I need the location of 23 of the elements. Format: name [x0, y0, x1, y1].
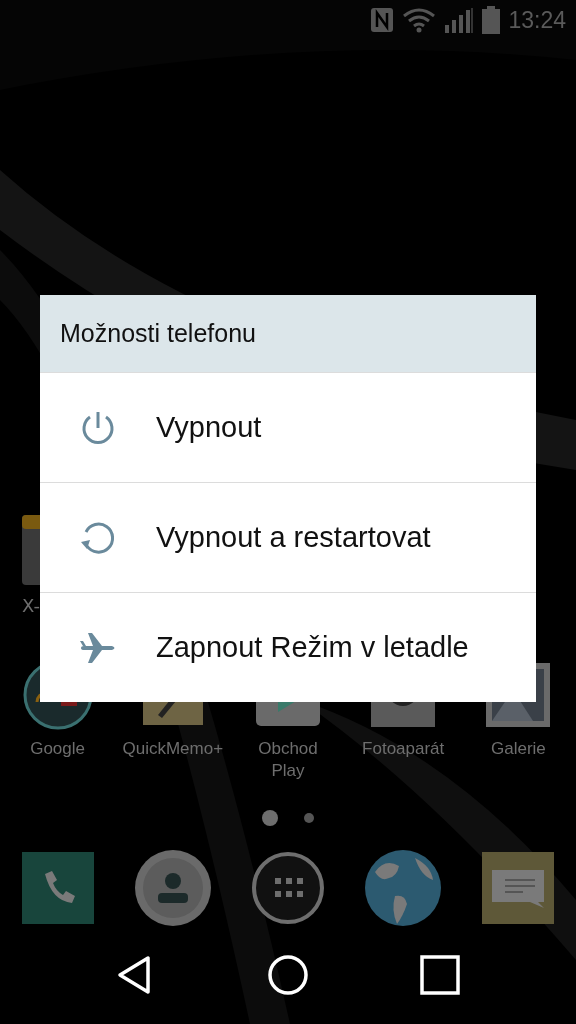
globe-icon[interactable] [365, 850, 442, 926]
app-label: X- [22, 595, 40, 616]
nfc-icon [370, 7, 395, 33]
status-time: 13:24 [508, 6, 566, 34]
app-label: Fotoaparát [362, 738, 445, 760]
wifi-icon [402, 7, 437, 33]
home-icon[interactable] [266, 953, 310, 997]
app-label: QuickMemo+ [122, 738, 224, 760]
dialog-title: Možnosti telefonu [40, 295, 536, 372]
contact-icon[interactable] [134, 850, 211, 926]
app-label: Obchod Play [258, 738, 318, 783]
phone-icon[interactable] [19, 850, 96, 926]
menu-option[interactable]: Vypnout [40, 372, 536, 482]
menu-option[interactable]: Zapnout Režim v letadle [40, 592, 536, 702]
app-label: Google [30, 738, 85, 760]
signal-icon [444, 7, 475, 33]
app-label: Galerie [491, 738, 546, 760]
recents-icon[interactable] [418, 953, 462, 997]
menu-option[interactable]: Vypnout a restartovat [40, 482, 536, 592]
message-icon[interactable] [480, 850, 557, 926]
page-indicator-dot[interactable] [304, 813, 314, 823]
battery-icon [482, 6, 501, 34]
app-grid-icon[interactable] [250, 850, 326, 926]
